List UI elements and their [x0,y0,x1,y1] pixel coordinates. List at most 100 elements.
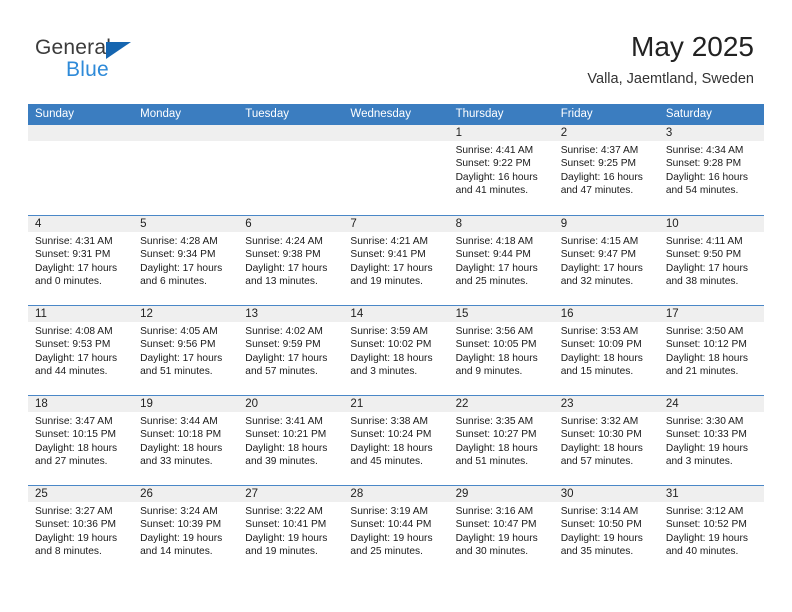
sunrise-text: Sunrise: 4:37 AM [560,145,639,156]
day-cell[interactable]: 21 Sunrise: 3:38 AM Sunset: 10:24 PM Day… [343,396,449,485]
day-details: Sunrise: 3:59 AM Sunset: 10:02 PM Daylig… [343,322,448,379]
sunset-text: Sunset: 10:18 PM [140,429,222,441]
day-cell[interactable]: 17 Sunrise: 3:50 AM Sunset: 10:12 PM Day… [658,306,764,395]
daylight-text-line1: Daylight: 18 hours [665,352,748,364]
day-number: 17 [658,306,764,322]
day-cell[interactable]: 12 Sunrise: 4:05 AM Sunset: 9:56 PM Dayl… [133,306,239,395]
day-cell[interactable]: 8 Sunrise: 4:18 AM Sunset: 9:44 PM Dayli… [448,216,554,305]
day-cell[interactable]: 6 Sunrise: 4:24 AM Sunset: 9:38 PM Dayli… [238,216,344,305]
day-cell[interactable]: 18 Sunrise: 3:47 AM Sunset: 10:15 PM Day… [28,396,134,485]
daylight-text-line1: Daylight: 16 hours [665,171,748,183]
day-details: Sunrise: 3:30 AM Sunset: 10:33 PM Daylig… [659,412,764,469]
sunrise-text: Sunrise: 4:11 AM [665,236,743,247]
sunrise-text: Sunrise: 4:21 AM [350,236,429,247]
day-cell[interactable]: 20 Sunrise: 3:41 AM Sunset: 10:21 PM Day… [238,396,344,485]
day-cell[interactable]: 19 Sunrise: 3:44 AM Sunset: 10:18 PM Day… [133,396,239,485]
day-number: 9 [553,216,659,232]
weekday-header-row: Sunday Monday Tuesday Wednesday Thursday… [28,104,764,125]
day-cell[interactable]: 10 Sunrise: 4:11 AM Sunset: 9:50 PM Dayl… [658,216,764,305]
day-cell[interactable] [133,125,239,215]
sunset-text: Sunset: 9:59 PM [245,339,321,351]
day-cell[interactable] [343,125,449,215]
daylight-text-line1: Daylight: 19 hours [665,532,748,544]
sunset-text: Sunset: 9:22 PM [455,158,531,170]
day-number: 20 [238,396,344,412]
daylight-text-line2: and 25 minutes. [350,546,423,558]
sunrise-text: Sunrise: 4:41 AM [455,145,534,156]
day-number: 3 [658,125,764,141]
page-header: General Blue May 2025 Valla, Jaemtland, … [0,0,792,103]
day-cell[interactable]: 31 Sunrise: 3:12 AM Sunset: 10:52 PM Day… [658,486,764,575]
day-details: Sunrise: 3:56 AM Sunset: 10:05 PM Daylig… [449,322,554,379]
day-cell[interactable]: 30 Sunrise: 3:14 AM Sunset: 10:50 PM Day… [553,486,659,575]
logo-text-general: General [35,36,112,59]
sunrise-text: Sunrise: 4:18 AM [455,236,534,247]
day-cell[interactable]: 2 Sunrise: 4:37 AM Sunset: 9:25 PM Dayli… [553,125,659,215]
day-cell[interactable]: 3 Sunrise: 4:34 AM Sunset: 9:28 PM Dayli… [658,125,764,215]
day-cell[interactable]: 1 Sunrise: 4:41 AM Sunset: 9:22 PM Dayli… [448,125,554,215]
day-cell[interactable]: 14 Sunrise: 3:59 AM Sunset: 10:02 PM Day… [343,306,449,395]
day-cell[interactable]: 4 Sunrise: 4:31 AM Sunset: 9:31 PM Dayli… [28,216,134,305]
day-details: Sunrise: 3:24 AM Sunset: 10:39 PM Daylig… [133,502,238,559]
day-cell[interactable]: 25 Sunrise: 3:27 AM Sunset: 10:36 PM Day… [28,486,134,575]
day-number: 12 [133,306,239,322]
day-cell[interactable]: 11 Sunrise: 4:08 AM Sunset: 9:53 PM Dayl… [28,306,134,395]
daylight-text-line2: and 44 minutes. [35,366,108,378]
day-cell[interactable]: 29 Sunrise: 3:16 AM Sunset: 10:47 PM Day… [448,486,554,575]
sunrise-text: Sunrise: 3:56 AM [455,326,534,337]
day-cell[interactable]: 24 Sunrise: 3:30 AM Sunset: 10:33 PM Day… [658,396,764,485]
weekday-saturday: Saturday [665,108,712,120]
sunset-text: Sunset: 10:44 PM [350,519,432,531]
day-details: Sunrise: 3:41 AM Sunset: 10:21 PM Daylig… [238,412,343,469]
sunrise-text: Sunrise: 4:28 AM [140,236,218,247]
day-cell[interactable]: 7 Sunrise: 4:21 AM Sunset: 9:41 PM Dayli… [343,216,449,305]
sunset-text: Sunset: 9:28 PM [665,158,742,170]
day-cell[interactable]: 22 Sunrise: 3:35 AM Sunset: 10:27 PM Day… [448,396,554,485]
sunrise-text: Sunrise: 3:12 AM [665,506,744,517]
day-cell[interactable]: 23 Sunrise: 3:32 AM Sunset: 10:30 PM Day… [553,396,659,485]
title-block: May 2025 Valla, Jaemtland, Sweden [587,30,754,89]
day-cell[interactable]: 28 Sunrise: 3:19 AM Sunset: 10:44 PM Day… [343,486,449,575]
day-number: 6 [238,216,344,232]
day-details: Sunrise: 4:08 AM Sunset: 9:53 PM Dayligh… [28,322,133,379]
day-number: 25 [28,486,134,502]
calendar-page: General Blue May 2025 Valla, Jaemtland, … [0,0,792,612]
daylight-text-line2: and 30 minutes. [455,546,529,558]
day-number [133,125,239,141]
sunset-text: Sunset: 10:05 PM [455,339,537,351]
daylight-text-line2: and 41 minutes. [455,185,529,197]
day-number: 27 [238,486,344,502]
sunrise-text: Sunrise: 4:34 AM [665,145,744,156]
day-details: Sunrise: 4:15 AM Sunset: 9:47 PM Dayligh… [554,232,659,289]
sunset-text: Sunset: 9:44 PM [455,249,531,261]
day-cell[interactable]: 9 Sunrise: 4:15 AM Sunset: 9:47 PM Dayli… [553,216,659,305]
sunset-text: Sunset: 10:30 PM [560,429,642,441]
day-number: 26 [133,486,239,502]
sunrise-text: Sunrise: 3:35 AM [455,416,534,427]
daylight-text-line2: and 19 minutes. [245,546,318,558]
sunrise-text: Sunrise: 3:44 AM [140,416,218,427]
day-cell[interactable]: 26 Sunrise: 3:24 AM Sunset: 10:39 PM Day… [133,486,239,575]
sunrise-text: Sunrise: 3:16 AM [455,506,534,517]
day-cell[interactable]: 5 Sunrise: 4:28 AM Sunset: 9:34 PM Dayli… [133,216,239,305]
daylight-text-line2: and 33 minutes. [140,456,213,468]
day-cell[interactable]: 27 Sunrise: 3:22 AM Sunset: 10:41 PM Day… [238,486,344,575]
sunset-text: Sunset: 9:38 PM [245,249,321,261]
week-row: 25 Sunrise: 3:27 AM Sunset: 10:36 PM Day… [28,485,764,575]
day-number: 11 [28,306,134,322]
daylight-text-line1: Daylight: 17 hours [35,352,118,364]
weekday-wednesday: Wednesday [350,108,411,120]
week-row: 4 Sunrise: 4:31 AM Sunset: 9:31 PM Dayli… [28,215,764,305]
daylight-text-line1: Daylight: 18 hours [140,442,223,454]
daylight-text-line2: and 6 minutes. [140,276,207,288]
day-details: Sunrise: 3:38 AM Sunset: 10:24 PM Daylig… [343,412,448,469]
day-cell[interactable]: 13 Sunrise: 4:02 AM Sunset: 9:59 PM Dayl… [238,306,344,395]
day-cell[interactable]: 16 Sunrise: 3:53 AM Sunset: 10:09 PM Day… [553,306,659,395]
day-number: 30 [553,486,659,502]
daylight-text-line1: Daylight: 19 hours [665,442,748,454]
day-number: 8 [448,216,554,232]
sunset-text: Sunset: 10:15 PM [35,429,116,441]
day-cell[interactable]: 15 Sunrise: 3:56 AM Sunset: 10:05 PM Day… [448,306,554,395]
day-cell[interactable] [28,125,134,215]
day-cell[interactable] [238,125,344,215]
